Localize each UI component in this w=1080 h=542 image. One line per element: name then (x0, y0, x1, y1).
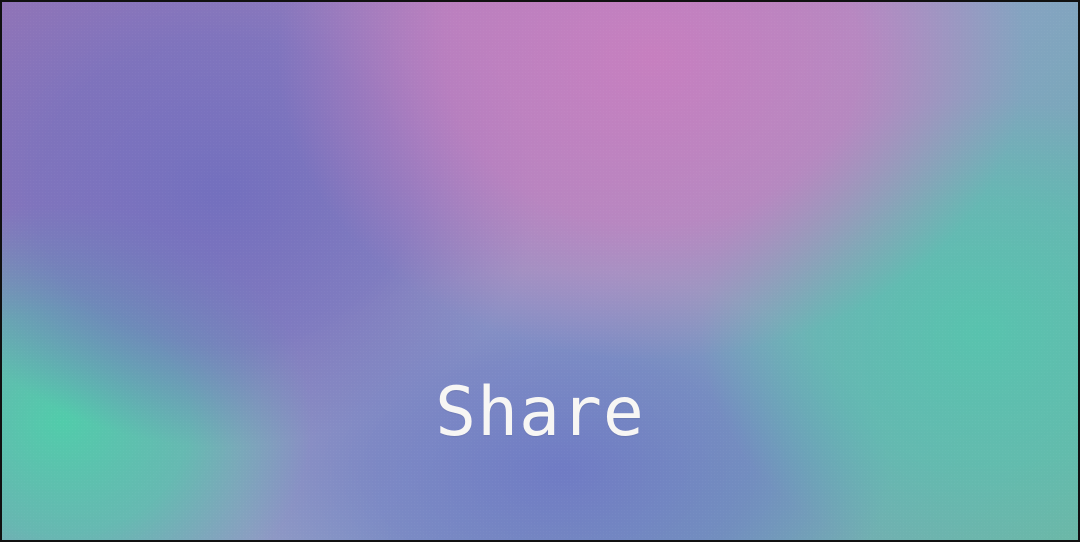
share-label: Share (435, 373, 645, 452)
grain-overlay (2, 2, 1078, 540)
share-card[interactable]: Share (0, 0, 1080, 542)
